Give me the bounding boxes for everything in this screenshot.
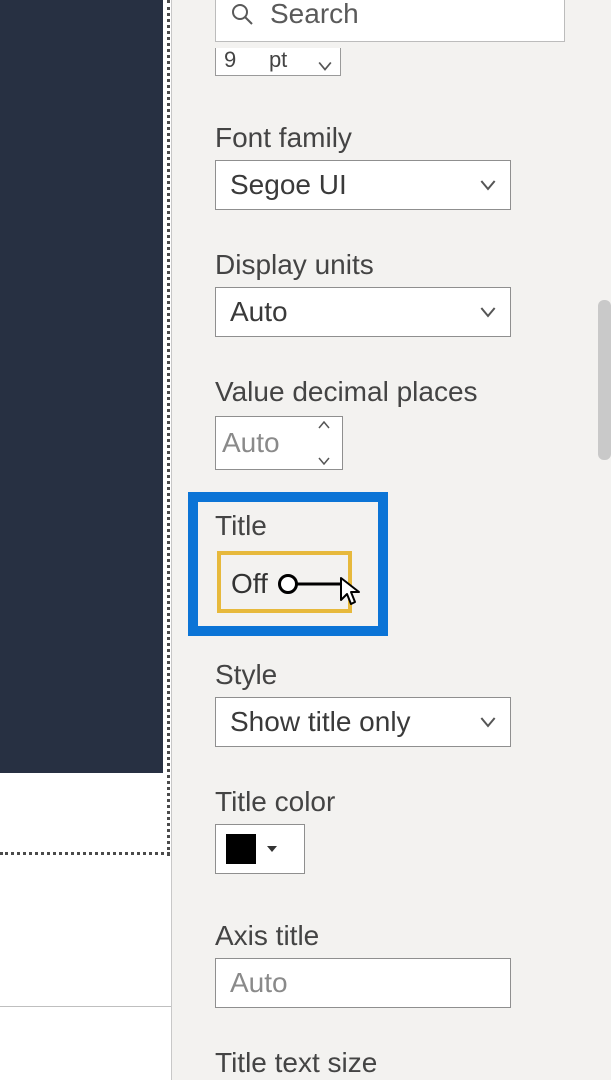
axis-title-label: Axis title	[215, 920, 319, 952]
axis-title-input[interactable]: Auto	[215, 958, 511, 1008]
font-family-value: Segoe UI	[230, 169, 347, 201]
panel-divider	[171, 0, 172, 1080]
search-icon	[230, 2, 254, 26]
selection-border-right	[167, 0, 170, 856]
value-decimal-places-value: Auto	[222, 427, 280, 459]
chevron-down-icon	[480, 714, 496, 730]
caret-down-icon	[266, 845, 278, 853]
chevron-down-icon	[318, 59, 332, 73]
spinner-down-icon[interactable]	[318, 457, 336, 465]
style-select[interactable]: Show title only	[215, 697, 511, 747]
selection-border-bottom	[0, 852, 170, 855]
display-units-value: Auto	[230, 296, 288, 328]
search-placeholder: Search	[270, 0, 359, 30]
title-text-size-label: Title text size	[215, 1047, 377, 1079]
color-swatch	[226, 834, 256, 864]
report-canvas[interactable]	[0, 0, 171, 1080]
value-decimal-places-label: Value decimal places	[215, 376, 478, 408]
value-decimal-places-stepper[interactable]: Auto	[215, 416, 343, 470]
toggle-track[interactable]	[278, 574, 340, 594]
font-family-label: Font family	[215, 122, 352, 154]
visual-tile[interactable]	[0, 0, 163, 773]
font-size-unit: pt	[238, 47, 318, 73]
style-value: Show title only	[230, 706, 411, 738]
chevron-down-icon	[480, 177, 496, 193]
axis-title-value: Auto	[230, 967, 288, 999]
format-panel: Search 9 pt Font family Segoe UI Display…	[171, 0, 611, 1080]
font-family-select[interactable]: Segoe UI	[215, 160, 511, 210]
toggle-knob[interactable]	[278, 574, 298, 594]
search-input[interactable]: Search	[215, 0, 565, 42]
scrollbar-thumb[interactable]	[598, 300, 611, 460]
chevron-down-icon	[480, 304, 496, 320]
title-toggle-label: Title	[215, 510, 267, 542]
canvas-divider	[0, 1006, 171, 1007]
title-toggle[interactable]: Off	[231, 568, 340, 600]
title-toggle-state: Off	[231, 568, 268, 600]
title-color-label: Title color	[215, 786, 335, 818]
title-color-picker[interactable]	[215, 824, 305, 874]
display-units-label: Display units	[215, 249, 374, 281]
font-size-value: 9	[224, 47, 238, 73]
spinner-up-icon[interactable]	[318, 421, 336, 429]
style-label: Style	[215, 659, 277, 691]
font-size-stepper[interactable]: 9 pt	[215, 48, 341, 76]
display-units-select[interactable]: Auto	[215, 287, 511, 337]
